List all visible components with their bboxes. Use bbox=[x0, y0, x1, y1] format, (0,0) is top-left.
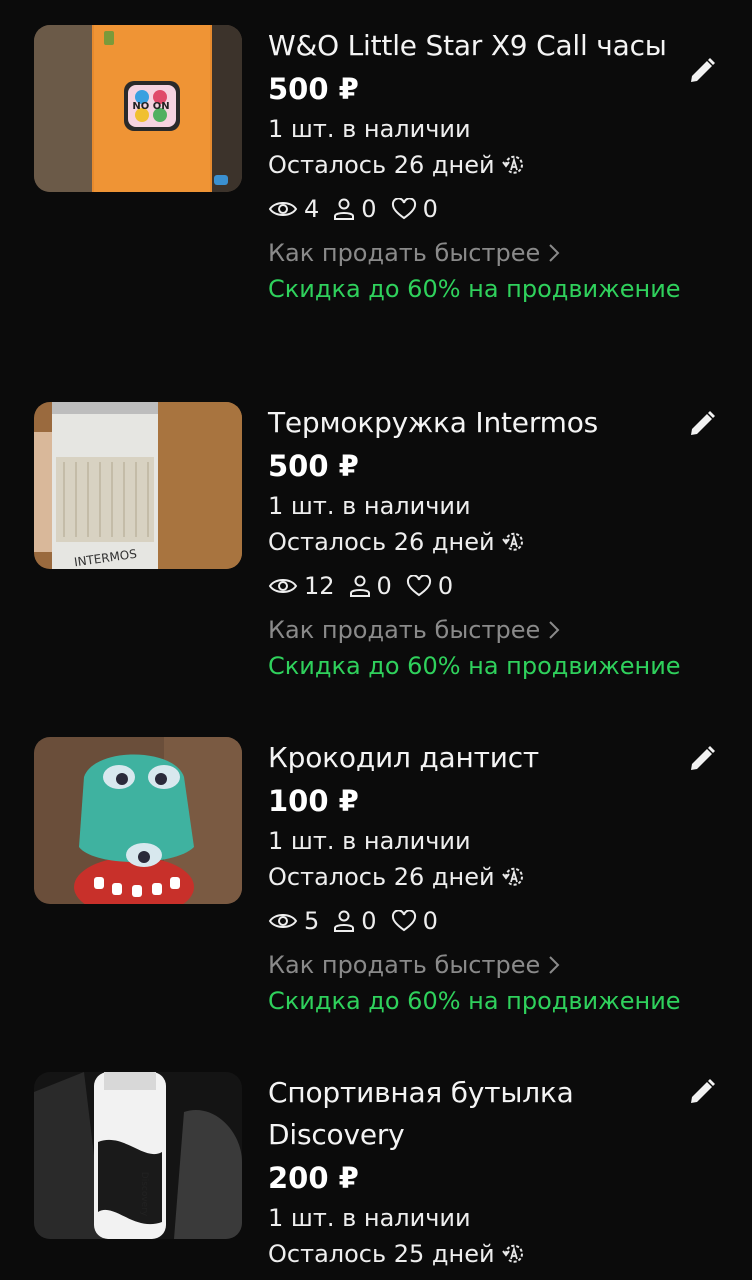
chevron-right-icon bbox=[549, 621, 560, 639]
sell-faster-text: Как продать быстрее bbox=[268, 616, 541, 644]
stats-row: 4 0 0 bbox=[268, 183, 688, 235]
views-stat: 5 bbox=[268, 903, 319, 939]
listing-photo[interactable]: INTERMOS bbox=[34, 402, 242, 569]
heart-icon bbox=[391, 198, 416, 220]
contacts-stat: 0 bbox=[349, 568, 392, 604]
favorites-count: 0 bbox=[422, 907, 438, 935]
stock-text: 1 шт. в наличии bbox=[268, 827, 471, 855]
listing-title[interactable]: Спортивная бутылка Discovery bbox=[268, 1072, 688, 1156]
sell-faster-text: Как продать быстрее bbox=[268, 951, 541, 979]
listing-price: 100 ₽ bbox=[268, 784, 359, 818]
watch-screen-text: NO ON bbox=[132, 101, 169, 112]
crocodile-photo bbox=[34, 737, 242, 904]
heart-icon bbox=[391, 910, 416, 932]
eye-icon bbox=[268, 579, 298, 593]
listing-title[interactable]: Термокружка Intermos bbox=[268, 402, 688, 444]
contacts-count: 0 bbox=[361, 195, 377, 223]
stats-row: 5 0 0 bbox=[268, 895, 688, 947]
listing-title[interactable]: Крокодил дантист bbox=[268, 737, 688, 779]
stock-text: 1 шт. в наличии bbox=[268, 1204, 471, 1232]
heart-icon bbox=[406, 575, 431, 597]
days-left-text: Осталось 26 дней bbox=[268, 528, 495, 556]
sell-faster-link[interactable]: Как продать быстрее bbox=[268, 947, 688, 983]
days-left-text: Осталось 25 дней bbox=[268, 1240, 495, 1268]
person-icon bbox=[334, 910, 355, 932]
days-left-row: Осталось 26 дней bbox=[268, 524, 688, 560]
listing-price: 500 ₽ bbox=[268, 72, 359, 106]
favorites-count: 0 bbox=[437, 572, 454, 600]
auto-renew-icon bbox=[501, 529, 527, 555]
views-stat: 4 bbox=[268, 191, 319, 227]
promo-link[interactable]: Скидка до 60% на продвижение bbox=[268, 983, 688, 1019]
edit-icon[interactable] bbox=[686, 1076, 718, 1108]
views-stat: 12 bbox=[268, 568, 335, 604]
views-count: 12 bbox=[304, 572, 335, 600]
listing-photo[interactable]: NO ON bbox=[34, 25, 242, 192]
favorites-count: 0 bbox=[422, 195, 438, 223]
chevron-right-icon bbox=[549, 956, 560, 974]
mug-photo: INTERMOS bbox=[34, 402, 242, 569]
person-icon bbox=[349, 575, 370, 597]
favorites-stat: 0 bbox=[406, 568, 453, 604]
edit-icon[interactable] bbox=[686, 743, 718, 775]
bottle-photo: Discovery bbox=[34, 1072, 242, 1239]
promo-link[interactable]: Скидка до 60% на продвижение bbox=[268, 271, 688, 307]
listing-price: 200 ₽ bbox=[268, 1161, 359, 1195]
edit-icon[interactable] bbox=[686, 55, 718, 87]
sell-faster-text: Как продать быстрее bbox=[268, 239, 541, 267]
days-left-row: Осталось 26 дней bbox=[268, 147, 688, 183]
promo-link[interactable]: Скидка до 60% на продвижение bbox=[268, 648, 688, 684]
listing-price: 500 ₽ bbox=[268, 449, 359, 483]
watch-photo: NO ON bbox=[34, 25, 242, 192]
views-count: 5 bbox=[304, 907, 320, 935]
sell-faster-link[interactable]: Как продать быстрее bbox=[268, 612, 688, 648]
days-left-row: Осталось 25 дней bbox=[268, 1236, 688, 1272]
stock-text: 1 шт. в наличии bbox=[268, 492, 471, 520]
views-count: 4 bbox=[304, 195, 320, 223]
listing-photo[interactable] bbox=[34, 737, 242, 904]
eye-icon bbox=[268, 202, 298, 216]
auto-renew-icon bbox=[501, 152, 527, 178]
edit-icon[interactable] bbox=[686, 408, 718, 440]
person-icon bbox=[334, 198, 355, 220]
auto-renew-icon bbox=[501, 864, 527, 890]
stats-row: 12 0 0 bbox=[268, 560, 688, 612]
days-left-text: Осталось 26 дней bbox=[268, 863, 495, 891]
contacts-stat: 0 bbox=[333, 191, 377, 227]
contacts-stat: 0 bbox=[333, 903, 377, 939]
contacts-count: 0 bbox=[376, 572, 392, 600]
favorites-stat: 0 bbox=[391, 191, 438, 227]
chevron-right-icon bbox=[549, 244, 560, 262]
contacts-count: 0 bbox=[361, 907, 377, 935]
bottle-brand-text: Discovery bbox=[139, 1172, 149, 1217]
stock-text: 1 шт. в наличии bbox=[268, 115, 471, 143]
sell-faster-link[interactable]: Как продать быстрее bbox=[268, 235, 688, 271]
listing-title[interactable]: W&O Little Star X9 Call часы bbox=[268, 25, 688, 67]
auto-renew-icon bbox=[501, 1241, 527, 1267]
eye-icon bbox=[268, 914, 298, 928]
days-left-text: Осталось 26 дней bbox=[268, 151, 495, 179]
listing-photo[interactable]: Discovery bbox=[34, 1072, 242, 1239]
days-left-row: Осталось 26 дней bbox=[268, 859, 688, 895]
favorites-stat: 0 bbox=[391, 903, 438, 939]
